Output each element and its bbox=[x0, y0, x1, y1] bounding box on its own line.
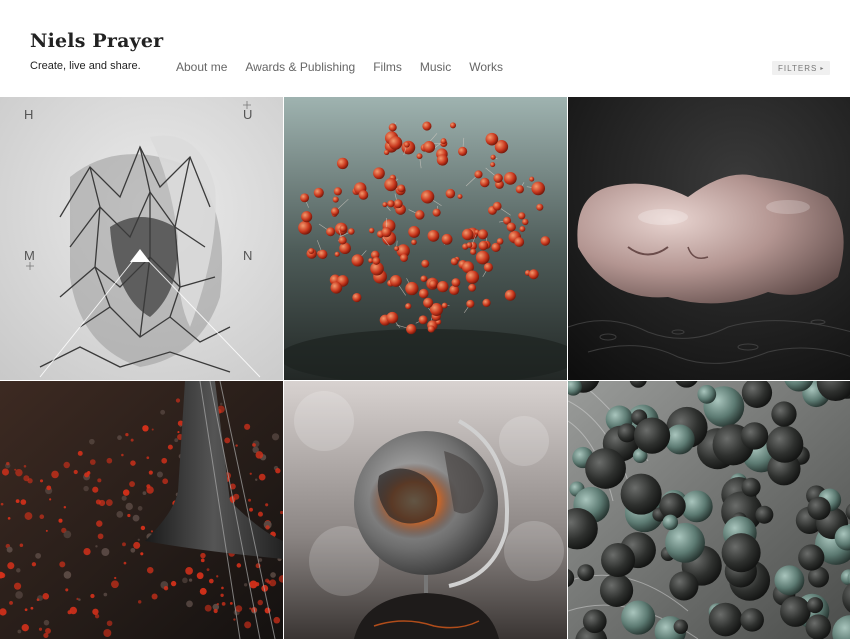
tile-letter-m: M bbox=[24, 248, 35, 263]
liquid-face-image bbox=[568, 97, 850, 380]
portfolio-tile-liquid-face[interactable] bbox=[568, 97, 850, 380]
filters-button[interactable]: FILTERS ▸ bbox=[772, 61, 830, 75]
nav-item-films[interactable]: Films bbox=[373, 60, 402, 74]
red-spheres-image bbox=[284, 97, 567, 380]
portfolio-tile-dark-spheres[interactable] bbox=[568, 381, 850, 639]
portfolio-tile-red-particles-bell[interactable] bbox=[0, 381, 283, 639]
tile-letter-n: N bbox=[243, 248, 252, 263]
nav-item-music[interactable]: Music bbox=[420, 60, 451, 74]
portfolio-tile-red-spheres[interactable] bbox=[284, 97, 567, 380]
site-title[interactable]: Niels Prayer bbox=[30, 30, 163, 52]
filters-label: FILTERS bbox=[778, 64, 817, 73]
site-tagline: Create, live and share. bbox=[30, 60, 141, 72]
site-header: Niels Prayer Create, live and share. Abo… bbox=[0, 0, 850, 97]
nav-item-about-me[interactable]: About me bbox=[176, 60, 227, 74]
nav-item-awards-publishing[interactable]: Awards & Publishing bbox=[245, 60, 355, 74]
portfolio-tile-wireframe-face[interactable]: H U M N bbox=[0, 97, 283, 380]
burning-globe-image bbox=[284, 381, 567, 639]
tile-letter-h: H bbox=[24, 107, 33, 122]
portfolio-grid: H U M N bbox=[0, 97, 850, 638]
dark-spheres-image bbox=[568, 381, 850, 639]
caret-right-icon: ▸ bbox=[820, 65, 824, 72]
tile-letter-u: U bbox=[243, 107, 252, 122]
wireframe-face-image: H U M N bbox=[0, 97, 283, 380]
red-particles-bell-image bbox=[0, 381, 283, 639]
nav-item-works[interactable]: Works bbox=[469, 60, 503, 74]
portfolio-tile-burning-globe[interactable] bbox=[284, 381, 567, 639]
main-nav: About me Awards & Publishing Films Music… bbox=[176, 60, 521, 74]
